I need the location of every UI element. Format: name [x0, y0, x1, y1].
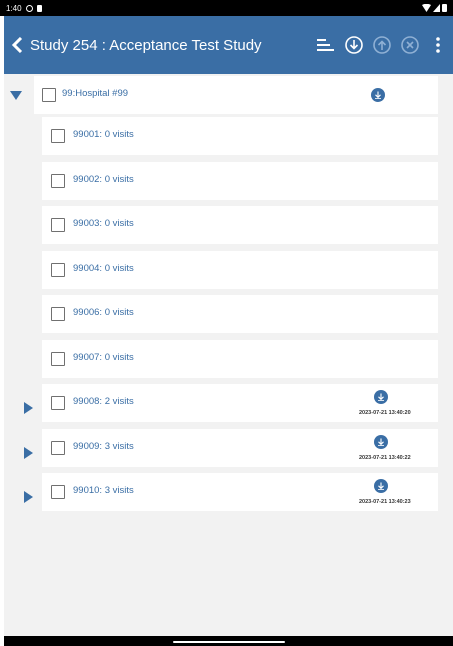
site-row[interactable]: 99:Hospital #99: [34, 76, 438, 114]
subject-checkbox[interactable]: [51, 307, 65, 321]
subject-row[interactable]: 99006: 0 visits: [42, 295, 438, 333]
subject-checkbox[interactable]: [51, 352, 65, 366]
subject-label: 99001: 0 visits: [73, 129, 134, 140]
download-timestamp: 2023-07-21 13:40:23: [359, 499, 411, 505]
expand-toggle[interactable]: [22, 402, 34, 414]
subject-row[interactable]: 99004: 0 visits: [42, 251, 438, 289]
download-icon: [378, 482, 384, 490]
chevron-left-icon: [11, 37, 23, 53]
subject-row[interactable]: 99008: 2 visits 2023-07-21 13:40:20: [42, 384, 438, 422]
download-subject-button[interactable]: [374, 435, 388, 449]
subject-checkbox[interactable]: [51, 129, 65, 143]
upload-circle-icon: [373, 36, 391, 54]
subject-row[interactable]: 99001: 0 visits: [42, 117, 438, 155]
toolbar-actions: [317, 36, 447, 54]
home-gesture-handle[interactable]: [173, 641, 285, 643]
close-circle-icon: [401, 36, 419, 54]
triangle-right-icon: [23, 491, 33, 503]
download-timestamp: 2023-07-21 13:40:20: [359, 410, 411, 416]
status-right: [422, 4, 447, 12]
download-subject-button[interactable]: [374, 479, 388, 493]
subject-row[interactable]: 99002: 0 visits: [42, 162, 438, 200]
battery-icon: [442, 4, 447, 12]
download-circle-icon: [345, 36, 363, 54]
expand-toggle[interactable]: [22, 491, 34, 503]
expand-toggle[interactable]: [22, 447, 34, 459]
page-title: Study 254 : Acceptance Test Study: [30, 36, 262, 54]
subject-checkbox[interactable]: [51, 485, 65, 499]
download-icon: [378, 393, 384, 401]
subject-row[interactable]: 99003: 0 visits: [42, 206, 438, 244]
triangle-down-icon: [10, 90, 22, 100]
site-checkbox[interactable]: [42, 88, 56, 102]
more-vertical-icon: [436, 37, 440, 53]
cancel-button[interactable]: [401, 36, 419, 54]
subject-checkbox[interactable]: [51, 441, 65, 455]
wifi-icon: [422, 4, 431, 12]
sort-button[interactable]: [317, 36, 335, 54]
notification-icon: [25, 4, 33, 12]
site-tree: 99:Hospital #99 99001: 0 visits 99002: 0…: [4, 74, 453, 636]
subject-label: 99009: 3 visits: [73, 441, 134, 452]
back-button[interactable]: [8, 36, 26, 54]
status-left: 1:40: [6, 4, 42, 13]
subject-label: 99007: 0 visits: [73, 352, 134, 363]
subject-label: 99008: 2 visits: [73, 396, 134, 407]
subject-label: 99010: 3 visits: [73, 485, 134, 496]
status-bar: 1:40: [0, 0, 453, 16]
sort-icon: [317, 39, 334, 51]
signal-icon: [433, 4, 440, 12]
app-bar: Study 254 : Acceptance Test Study: [4, 16, 453, 74]
download-timestamp: 2023-07-21 13:40:22: [359, 455, 411, 461]
subject-checkbox[interactable]: [51, 174, 65, 188]
download-all-button[interactable]: [345, 36, 363, 54]
screen: 1:40 Study 254 : Acceptance Test Study 9…: [0, 0, 453, 646]
sim-icon: [36, 4, 42, 12]
subject-row[interactable]: 99007: 0 visits: [42, 340, 438, 378]
overflow-menu-button[interactable]: [429, 36, 447, 54]
site-label: 99:Hospital #99: [62, 88, 129, 99]
subject-label: 99002: 0 visits: [73, 174, 134, 185]
download-icon: [378, 438, 384, 446]
download-icon: [375, 91, 381, 99]
subject-checkbox[interactable]: [51, 218, 65, 232]
download-subject-button[interactable]: [374, 390, 388, 404]
collapse-toggle[interactable]: [10, 89, 22, 101]
subject-label: 99003: 0 visits: [73, 218, 134, 229]
subject-row[interactable]: 99009: 3 visits 2023-07-21 13:40:22: [42, 429, 438, 467]
triangle-right-icon: [23, 402, 33, 414]
upload-button[interactable]: [373, 36, 391, 54]
status-time: 1:40: [6, 3, 22, 13]
subject-checkbox[interactable]: [51, 396, 65, 410]
download-site-button[interactable]: [371, 88, 385, 102]
subject-checkbox[interactable]: [51, 263, 65, 277]
subject-label: 99006: 0 visits: [73, 307, 134, 318]
triangle-right-icon: [23, 447, 33, 459]
subject-label: 99004: 0 visits: [73, 263, 134, 274]
subject-row[interactable]: 99010: 3 visits 2023-07-21 13:40:23: [42, 473, 438, 511]
